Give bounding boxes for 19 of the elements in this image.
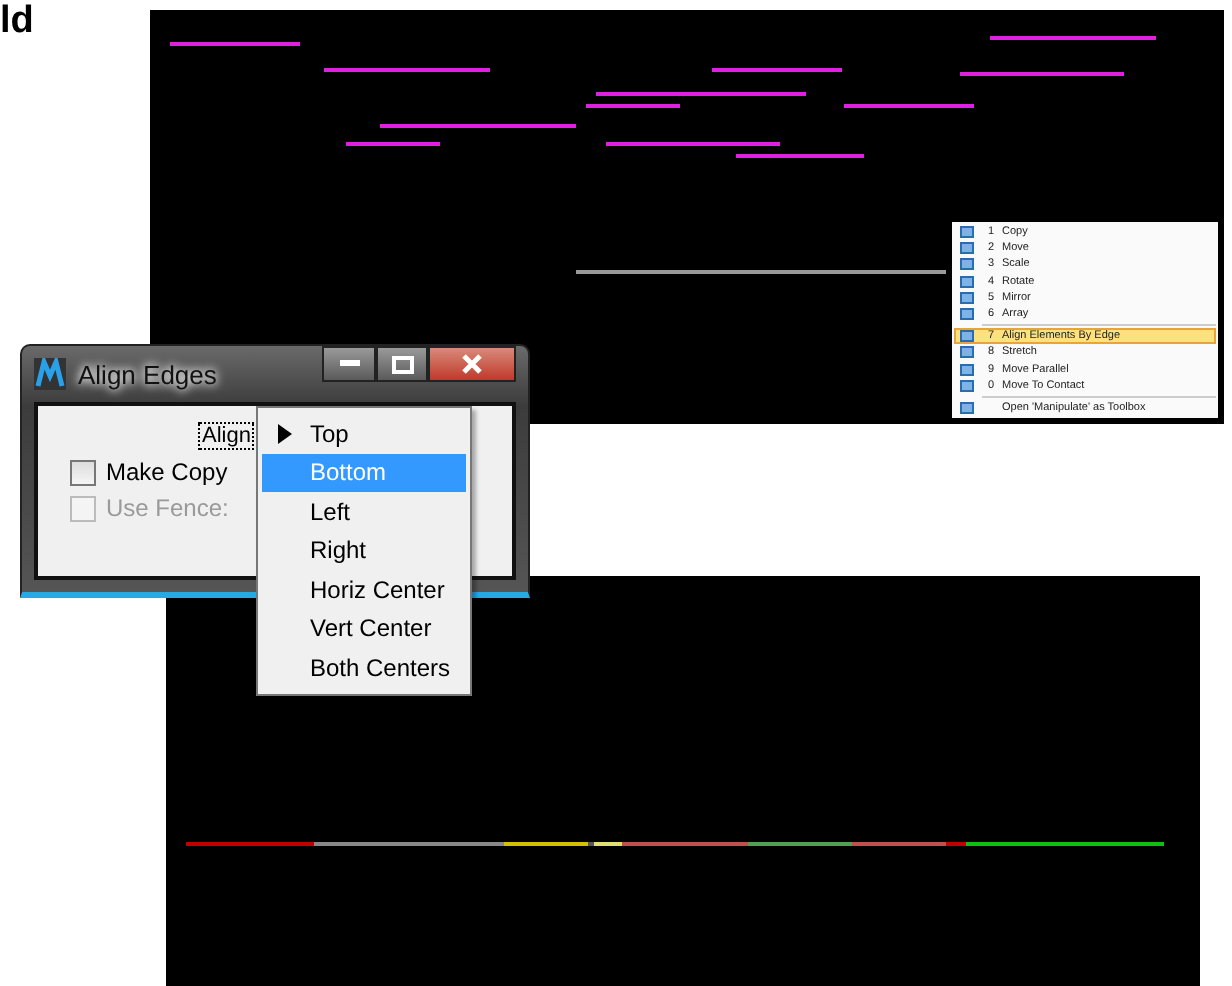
dropdown-option[interactable]: Right bbox=[262, 531, 466, 570]
dropdown-option[interactable]: Horiz Center bbox=[262, 570, 466, 609]
dropdown-option[interactable]: Both Centers bbox=[262, 648, 466, 687]
minimize-icon bbox=[339, 360, 359, 368]
close-button[interactable] bbox=[428, 346, 516, 382]
minimize-button[interactable] bbox=[322, 346, 376, 382]
dropdown-option[interactable]: Top bbox=[262, 414, 466, 453]
heading-fragment: ld bbox=[0, 0, 34, 44]
dropdown-option[interactable]: Vert Center bbox=[262, 609, 466, 648]
maximize-button[interactable] bbox=[376, 346, 428, 382]
app-icon bbox=[34, 358, 66, 390]
checkbox-label: Make Copy bbox=[106, 458, 228, 486]
align-label[interactable]: Align bbox=[198, 422, 255, 450]
maximize-icon bbox=[391, 355, 413, 373]
window-title: Align Edges bbox=[78, 359, 217, 389]
close-icon bbox=[462, 354, 482, 374]
checkbox[interactable] bbox=[70, 459, 96, 485]
dropdown-option[interactable]: Left bbox=[262, 492, 466, 531]
checkbox-label: Use Fence: bbox=[106, 494, 229, 522]
